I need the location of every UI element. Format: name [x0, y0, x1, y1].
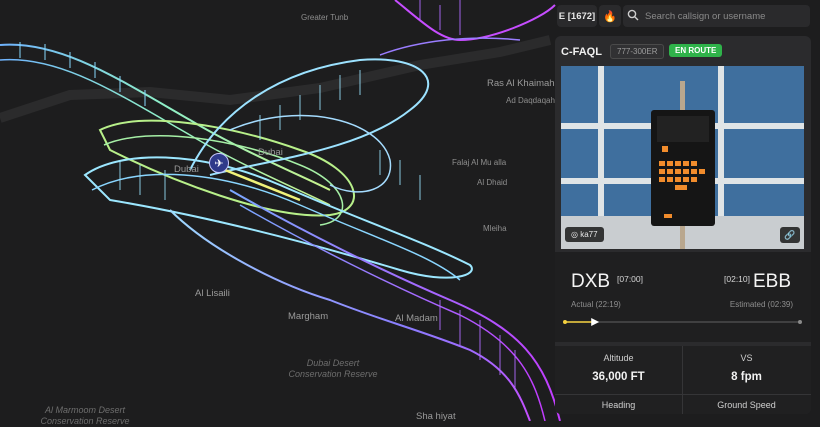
status-badge: EN ROUTE — [669, 44, 723, 57]
map-label-falaj: Falaj Al Mu alla — [452, 158, 507, 167]
estimated-time: Estimated (02:39) — [729, 300, 793, 309]
vs-label: VS — [740, 353, 753, 363]
link-icon[interactable]: 🔗 — [780, 227, 800, 243]
photo-credit[interactable]: ◎ ka77 — [565, 227, 604, 242]
map-label-dubai-desert: Dubai Desert Conservation Reserve — [288, 358, 378, 379]
progress-track — [563, 318, 802, 326]
stats-divider-horizontal — [555, 394, 811, 395]
map-label-shahiyat: Sha hiyat — [416, 411, 456, 422]
altitude-label: Altitude — [603, 353, 634, 363]
map-label-al-dhaid: Al Dhaid — [477, 178, 508, 187]
ground-speed-label: Ground Speed — [717, 400, 776, 410]
aircraft-marker-icon[interactable]: ✈ — [209, 153, 229, 173]
search-input[interactable] — [645, 5, 805, 27]
map-label-mleiha: Mleiha — [483, 224, 507, 233]
vs-value: 8 fpm — [731, 371, 762, 383]
route-section: DXB [07:00] [02:10] EBB Actual (22:19) E… — [555, 252, 811, 342]
map-label-dubai-2: Dubai — [174, 164, 199, 175]
callsign: C-FAQL — [561, 46, 602, 58]
map-label-ad-daqdaqah: Ad Daqdaqah — [506, 96, 555, 105]
origin-dot — [563, 320, 567, 324]
origin-time: [07:00] — [617, 274, 643, 284]
map-label-al-marmoom: Al Marmoom Desert Conservation Reserve — [40, 405, 130, 426]
ground-speed-stat: Ground Speed — [683, 400, 810, 410]
map-label-margham: Margham — [288, 311, 329, 322]
map-label-ras-al-khaimah: Ras Al Khaimah — [487, 78, 555, 89]
photo-image — [561, 66, 804, 249]
altitude-stat: Altitude 36,000 FT — [555, 353, 682, 383]
origin-code: DXB — [571, 271, 611, 292]
camera-icon: ◎ — [571, 230, 581, 239]
progress-plane-icon — [591, 318, 600, 326]
aircraft-type-badge: 777-300ER — [610, 44, 665, 59]
map-label-dubai-1: Dubai — [258, 147, 283, 158]
vs-stat: VS 8 fpm — [683, 353, 810, 383]
search-icon — [627, 9, 640, 22]
server-selector[interactable]: E [1672] — [557, 5, 597, 27]
heading-label: Heading — [601, 400, 636, 410]
destination-code: EBB — [752, 271, 791, 292]
map-label-al-lisaili: Al Lisaili — [195, 288, 230, 299]
search-box[interactable] — [623, 5, 810, 27]
topbar: E [1672] 🔥 — [557, 5, 810, 28]
altitude-value: 36,000 FT — [592, 371, 645, 383]
map-label-al-madam: Al Madam — [395, 313, 438, 324]
actual-time: Actual (22:19) — [571, 300, 621, 309]
flight-info-panel: C-FAQL 777-300ER EN ROUTE ◎ ka77 🔗 DXB [… — [555, 36, 811, 414]
flame-icon[interactable]: 🔥 — [599, 5, 621, 27]
stats-grid: Altitude 36,000 FT VS 8 fpm Heading Grou… — [555, 346, 811, 414]
aircraft-photo[interactable]: ◎ ka77 🔗 — [561, 66, 804, 249]
destination-time: [02:10] — [724, 274, 750, 284]
map-label-greater-tunb: Greater Tunb — [301, 13, 349, 22]
heading-stat: Heading — [555, 400, 682, 410]
destination-dot — [798, 320, 802, 324]
